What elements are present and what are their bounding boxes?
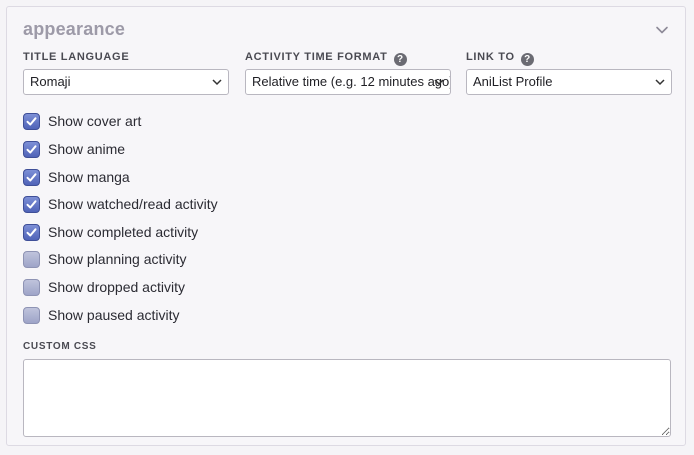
checkbox[interactable] [23, 250, 40, 268]
activity-time-format-select[interactable]: Relative time (e.g. 12 minutes ago) [245, 69, 451, 95]
chevron-down-icon [212, 79, 222, 86]
checkbox[interactable] [23, 278, 40, 296]
checkbox-label: Show completed activity [48, 224, 199, 240]
checkbox[interactable] [23, 195, 40, 213]
checkbox-label: Show manga [48, 169, 130, 185]
checkbox[interactable] [23, 223, 40, 241]
checkbox-show-planning-activity[interactable]: Show planning activity [23, 249, 187, 269]
help-icon[interactable]: ? [393, 53, 407, 66]
custom-css-textarea[interactable] [23, 359, 671, 437]
panel-header[interactable]: appearance [23, 19, 671, 43]
checkbox-show-completed-activity[interactable]: Show completed activity [23, 222, 198, 242]
custom-css-label: CUSTOM CSS [23, 341, 97, 352]
appearance-panel: appearance TITLE LANGUAGE Romaji ACTIVIT… [6, 6, 686, 446]
activity-time-format-label-text: ACTIVITY TIME FORMAT [245, 51, 388, 63]
help-icon[interactable]: ? [520, 53, 534, 66]
checkbox-show-watched-read-activity[interactable]: Show watched/read activity [23, 194, 218, 214]
title-language-select[interactable]: Romaji [23, 69, 229, 95]
activity-time-format-value: Relative time (e.g. 12 minutes ago) [252, 74, 451, 89]
chevron-down-icon[interactable] [655, 23, 669, 37]
title-language-label-text: TITLE LANGUAGE [23, 51, 130, 63]
checkbox-show-paused-activity[interactable]: Show paused activity [23, 305, 180, 325]
checkbox-label: Show anime [48, 141, 126, 157]
checkbox-label: Show cover art [48, 113, 142, 129]
title-language-label: TITLE LANGUAGE [23, 51, 129, 63]
checkbox-show-cover-art[interactable]: Show cover art [23, 111, 141, 131]
checkbox-label: Show paused activity [48, 307, 180, 323]
checkbox-show-anime[interactable]: Show anime [23, 139, 125, 159]
section-title: appearance [23, 19, 126, 39]
checkbox-label: Show planning activity [48, 251, 187, 267]
checkbox-label: Show dropped activity [48, 279, 185, 295]
checkbox[interactable] [23, 112, 40, 130]
checkbox-show-dropped-activity[interactable]: Show dropped activity [23, 277, 185, 297]
chevron-down-icon [434, 79, 444, 86]
title-language-value: Romaji [30, 74, 71, 89]
activity-time-format-label: ACTIVITY TIME FORMAT? [245, 51, 407, 66]
checkbox[interactable] [23, 306, 40, 324]
link-to-label-text: LINK TO [466, 51, 515, 63]
link-to-value: AniList Profile [473, 74, 553, 89]
link-to-select[interactable]: AniList Profile [466, 69, 672, 95]
checkbox-label: Show watched/read activity [48, 196, 218, 212]
checkbox-show-manga[interactable]: Show manga [23, 167, 130, 187]
chevron-down-icon [655, 79, 665, 86]
link-to-label: LINK TO? [466, 51, 534, 66]
checkbox[interactable] [23, 140, 40, 158]
checkbox[interactable] [23, 168, 40, 186]
